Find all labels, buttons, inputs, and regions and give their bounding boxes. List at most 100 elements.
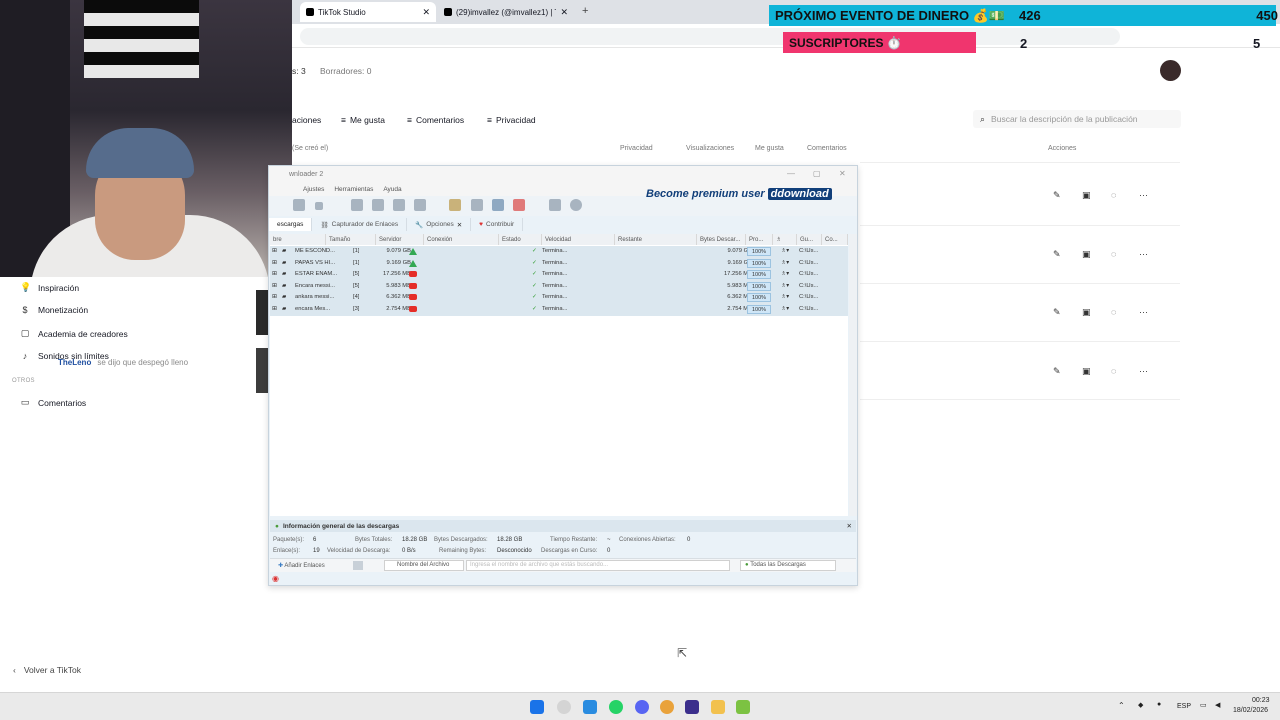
- stop-icon[interactable]: [315, 202, 323, 210]
- clock-date[interactable]: 18/02/2026: [1233, 707, 1268, 714]
- chrome-icon[interactable]: [660, 700, 674, 714]
- silent-mode-icon[interactable]: [513, 199, 525, 211]
- minimize-icon[interactable]: —: [787, 169, 795, 178]
- close-tab-icon[interactable]: ✕: [560, 7, 568, 18]
- more-icon[interactable]: ···: [1139, 190, 1148, 200]
- edit-icon[interactable]: ✎: [1053, 366, 1061, 377]
- more-icon[interactable]: ···: [1139, 307, 1148, 317]
- col-views[interactable]: Visualizaciones: [686, 145, 734, 152]
- edit-icon[interactable]: ✎: [1053, 307, 1061, 318]
- menu-ayuda[interactable]: Ayuda: [383, 186, 401, 193]
- table-row[interactable]: ⊞ ▰ ESTAR ENAM... [5] 17.256 MB ✓ Termina... 17…: [270, 269, 848, 281]
- edit-icon[interactable]: ✎: [1053, 190, 1061, 201]
- col-connection[interactable]: Conexión: [424, 234, 499, 245]
- menu-herramientas[interactable]: Herramientas: [334, 186, 373, 193]
- obs-icon[interactable]: [557, 700, 571, 714]
- col-bytes[interactable]: Bytes Descar...: [697, 234, 746, 245]
- filter-privacy[interactable]: ≡ Privacidad: [487, 115, 536, 125]
- filter-likes[interactable]: ≡ Me gusta: [341, 115, 385, 125]
- mic-icon[interactable]: ●: [1157, 701, 1161, 708]
- edit-icon[interactable]: ✎: [1053, 249, 1061, 260]
- col-status[interactable]: Estado: [499, 234, 542, 245]
- more-icon[interactable]: ···: [1139, 366, 1148, 376]
- volume-icon[interactable]: ◀: [1215, 701, 1220, 709]
- tab-opciones[interactable]: 🔧 Opciones ✕: [407, 218, 472, 231]
- col-host[interactable]: Servidor: [376, 234, 424, 245]
- col-created[interactable]: (Se creó el): [292, 145, 328, 152]
- close-tab-icon[interactable]: ✕: [457, 221, 462, 229]
- table-row[interactable]: ⊞ ▰ PAPAS VS HI... [1] 9.169 GB ✓ Termina... 9.…: [270, 257, 848, 270]
- comment-icon[interactable]: ◌: [1111, 366, 1116, 376]
- move-down-icon[interactable]: [393, 199, 405, 211]
- all-downloads-select[interactable]: ● Todas las Descargas: [740, 560, 836, 571]
- table-row[interactable]: ⊞ ▰ Encara messi... [5] 5.983 MB ✓ Termina... 5…: [270, 280, 848, 293]
- more-icon[interactable]: ···: [1139, 249, 1148, 259]
- col-name[interactable]: bre: [270, 234, 326, 245]
- sidebar-item-comentarios[interactable]: ▭ Comentarios: [20, 397, 86, 408]
- clock-time[interactable]: 00:23: [1252, 697, 1270, 704]
- col-priority[interactable]: ♗: [773, 234, 797, 245]
- move-bottom-icon[interactable]: [414, 199, 426, 211]
- start-icon[interactable]: [293, 199, 305, 211]
- sidebar-item-inspiracion[interactable]: 💡 Inspiración: [20, 282, 79, 293]
- url-field[interactable]: [300, 28, 1120, 45]
- close-panel-icon[interactable]: ✕: [847, 522, 852, 530]
- comment-icon[interactable]: ◌: [1111, 190, 1116, 200]
- language-indicator[interactable]: ESP: [1177, 703, 1191, 710]
- move-up-icon[interactable]: [372, 199, 384, 211]
- avatar[interactable]: [1160, 60, 1181, 81]
- video-thumbnail[interactable]: [256, 290, 268, 335]
- table-row[interactable]: ⊞ ▰ encara Mes... [3] 2.754 MB ✓ Termina... 2.7…: [270, 304, 848, 316]
- app-icon[interactable]: [583, 700, 597, 714]
- col-comment[interactable]: Co...: [822, 234, 848, 245]
- tab-drafts[interactable]: Borradores: 0: [320, 66, 372, 76]
- vertical-scrollbar[interactable]: [849, 234, 857, 516]
- filename-search-input[interactable]: Ingresa el nombre de archivo que estás b…: [466, 560, 730, 571]
- premium-ad[interactable]: Become premium user ddownload: [646, 188, 832, 200]
- update-icon[interactable]: [549, 199, 561, 211]
- table-row[interactable]: ⊞ ▰ ankara messi... [4] 6.362 MB ✓ Termina... 6…: [270, 292, 848, 304]
- settings-icon[interactable]: [570, 199, 582, 211]
- close-icon[interactable]: ✕: [839, 169, 846, 178]
- media-encoder-icon[interactable]: [685, 700, 699, 714]
- tab-profile[interactable]: (29)imvallez (@imvallez1) | TikTok ✕: [438, 2, 574, 22]
- reconnect-icon[interactable]: [471, 199, 483, 211]
- discord-tray-icon[interactable]: ◆: [1138, 701, 1143, 709]
- close-tab-icon[interactable]: ✕: [422, 7, 430, 18]
- col-likes[interactable]: Me gusta: [755, 145, 784, 152]
- sidebar-item-academia[interactable]: ▢ Academia de creadores: [20, 328, 128, 339]
- comment-icon[interactable]: ◌: [1111, 307, 1116, 317]
- comment-icon[interactable]: ◌: [1111, 249, 1116, 259]
- analytics-icon[interactable]: ▣: [1082, 366, 1091, 377]
- tab-capturador[interactable]: ⛓ Capturador de Enlaces: [312, 218, 408, 231]
- filter-views[interactable]: aciones: [292, 115, 321, 125]
- filter-comments[interactable]: ≡ Comentarios: [407, 115, 464, 125]
- sidebar-item-monetizacion[interactable]: $ Monetización: [20, 305, 88, 315]
- video-thumbnail[interactable]: [256, 348, 268, 393]
- col-comments[interactable]: Comentarios: [807, 145, 847, 152]
- col-remaining[interactable]: Restante: [615, 234, 697, 245]
- new-tab-button[interactable]: +: [582, 5, 588, 17]
- file-explorer-icon[interactable]: [711, 700, 725, 714]
- search-posts[interactable]: ⌕ Buscar la descripción de la publicació…: [973, 110, 1181, 128]
- col-progress[interactable]: Pro...: [746, 234, 773, 245]
- jdownloader-icon[interactable]: [736, 700, 750, 714]
- maximize-icon[interactable]: ▢: [813, 169, 821, 178]
- network-icon[interactable]: ▭: [1200, 701, 1207, 709]
- analytics-icon[interactable]: ▣: [1082, 249, 1091, 260]
- tab-posts[interactable]: s: 3: [292, 66, 306, 76]
- col-size[interactable]: Tamaño: [326, 234, 376, 245]
- tab-descargas[interactable]: escargas: [269, 218, 313, 231]
- move-top-icon[interactable]: [351, 199, 363, 211]
- clipboard-icon[interactable]: [449, 199, 461, 211]
- col-speed[interactable]: Velocidad: [542, 234, 615, 245]
- analytics-icon[interactable]: ▣: [1082, 307, 1091, 318]
- add-links-button[interactable]: ✚ Añadir Enlaces: [278, 562, 325, 569]
- analytics-icon[interactable]: ▣: [1082, 190, 1091, 201]
- premium-icon[interactable]: [492, 199, 504, 211]
- back-to-tiktok-link[interactable]: ‹ Volver a TikTok: [13, 665, 81, 675]
- tab-contribuir[interactable]: ♥ Contribuir: [471, 218, 524, 231]
- table-row[interactable]: ⊞ ▰ ME ESCOND... [1] 9.079 GB ✓ Termina... 9.07…: [270, 246, 848, 258]
- filename-filter-select[interactable]: Nombre del Archivo: [384, 560, 464, 571]
- start-icon[interactable]: [530, 700, 544, 714]
